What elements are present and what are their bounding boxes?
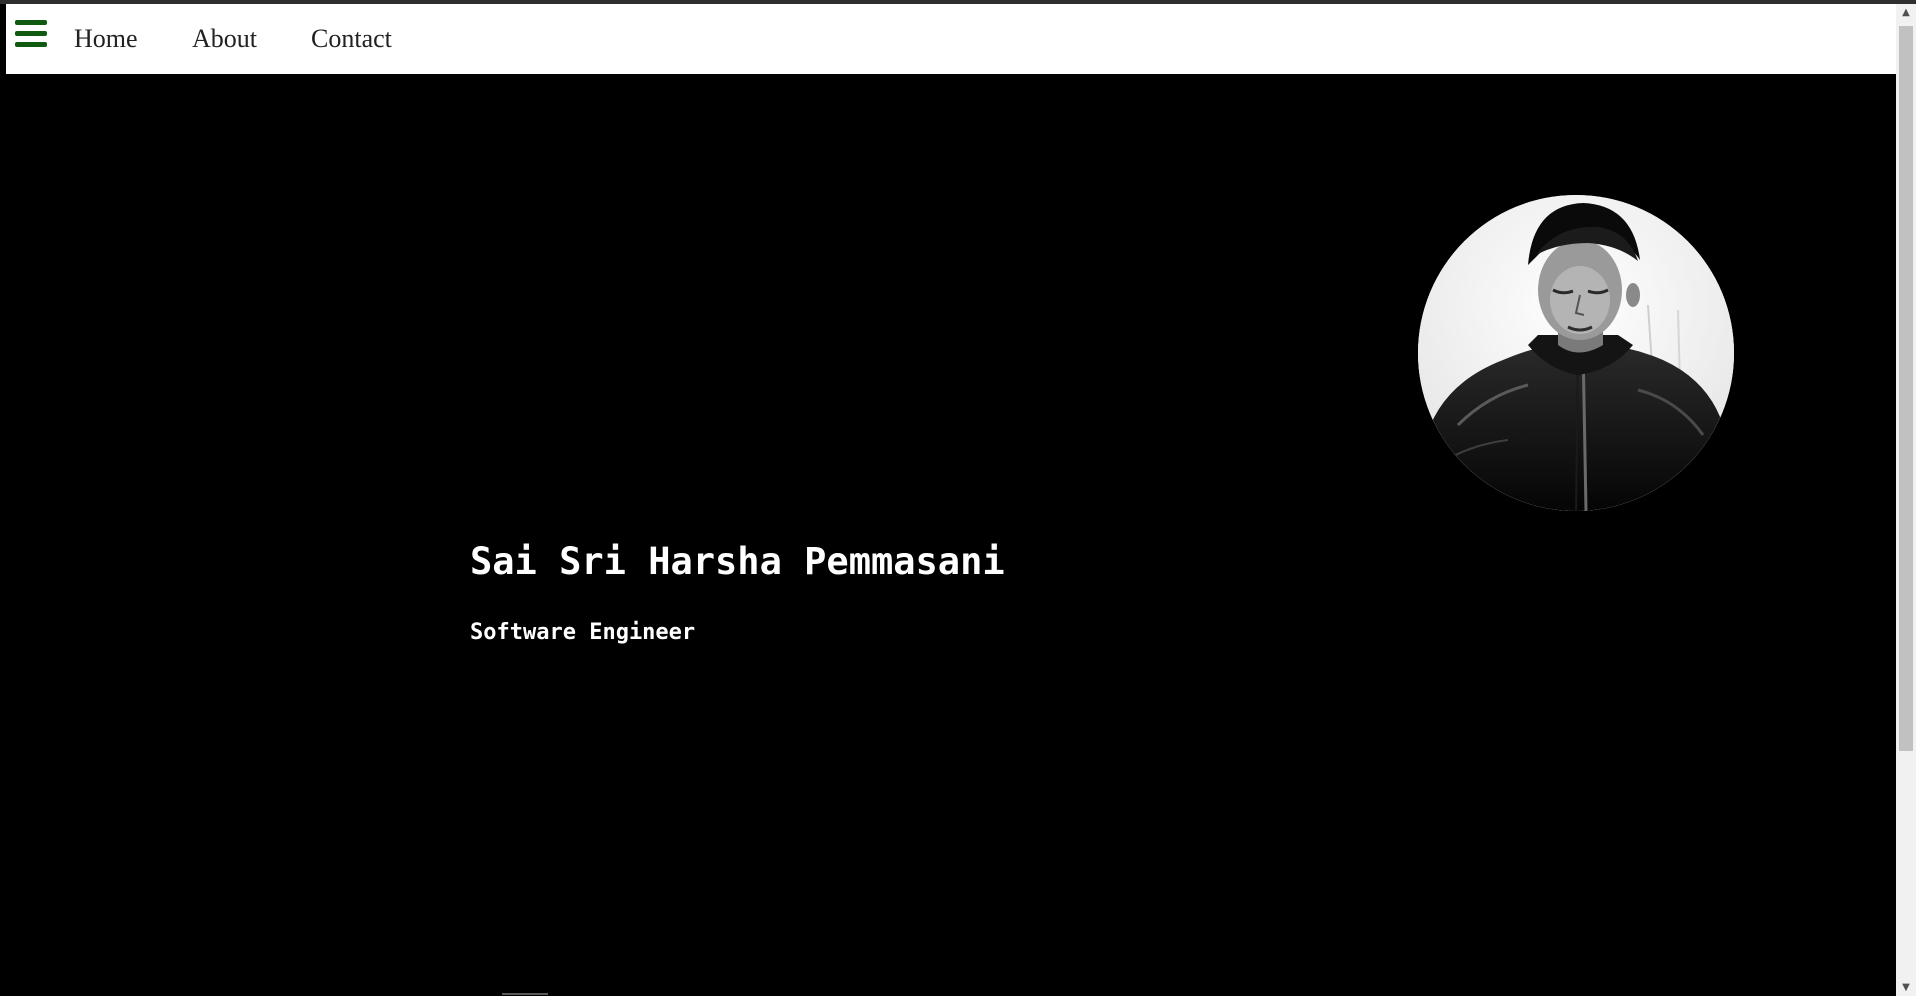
vertical-scrollbar[interactable]: ▲ ▼	[1896, 4, 1916, 996]
hamburger-menu-icon[interactable]	[15, 20, 47, 50]
hamburger-bar	[15, 31, 47, 36]
page-fold-indicator	[502, 993, 548, 995]
navbar: Home About Contact	[6, 4, 1896, 74]
profile-photo-image	[1418, 195, 1734, 511]
hamburger-bar	[15, 20, 47, 25]
scroll-down-arrow-icon[interactable]: ▼	[1896, 979, 1916, 996]
nav-link-contact[interactable]: Contact	[311, 24, 392, 54]
profile-photo	[1418, 195, 1734, 511]
nav-link-about[interactable]: About	[192, 24, 257, 54]
scroll-up-arrow-icon[interactable]: ▲	[1896, 4, 1916, 21]
hero-job-title: Software Engineer	[470, 620, 696, 645]
scrollbar-thumb[interactable]	[1899, 26, 1913, 751]
hero-name: Sai Sri Harsha Pemmasani	[470, 540, 1005, 583]
hamburger-bar	[15, 42, 47, 47]
page: Home About Contact Sai Sri Harsha Pemmas…	[0, 0, 1916, 996]
nav-link-home[interactable]: Home	[74, 24, 138, 54]
